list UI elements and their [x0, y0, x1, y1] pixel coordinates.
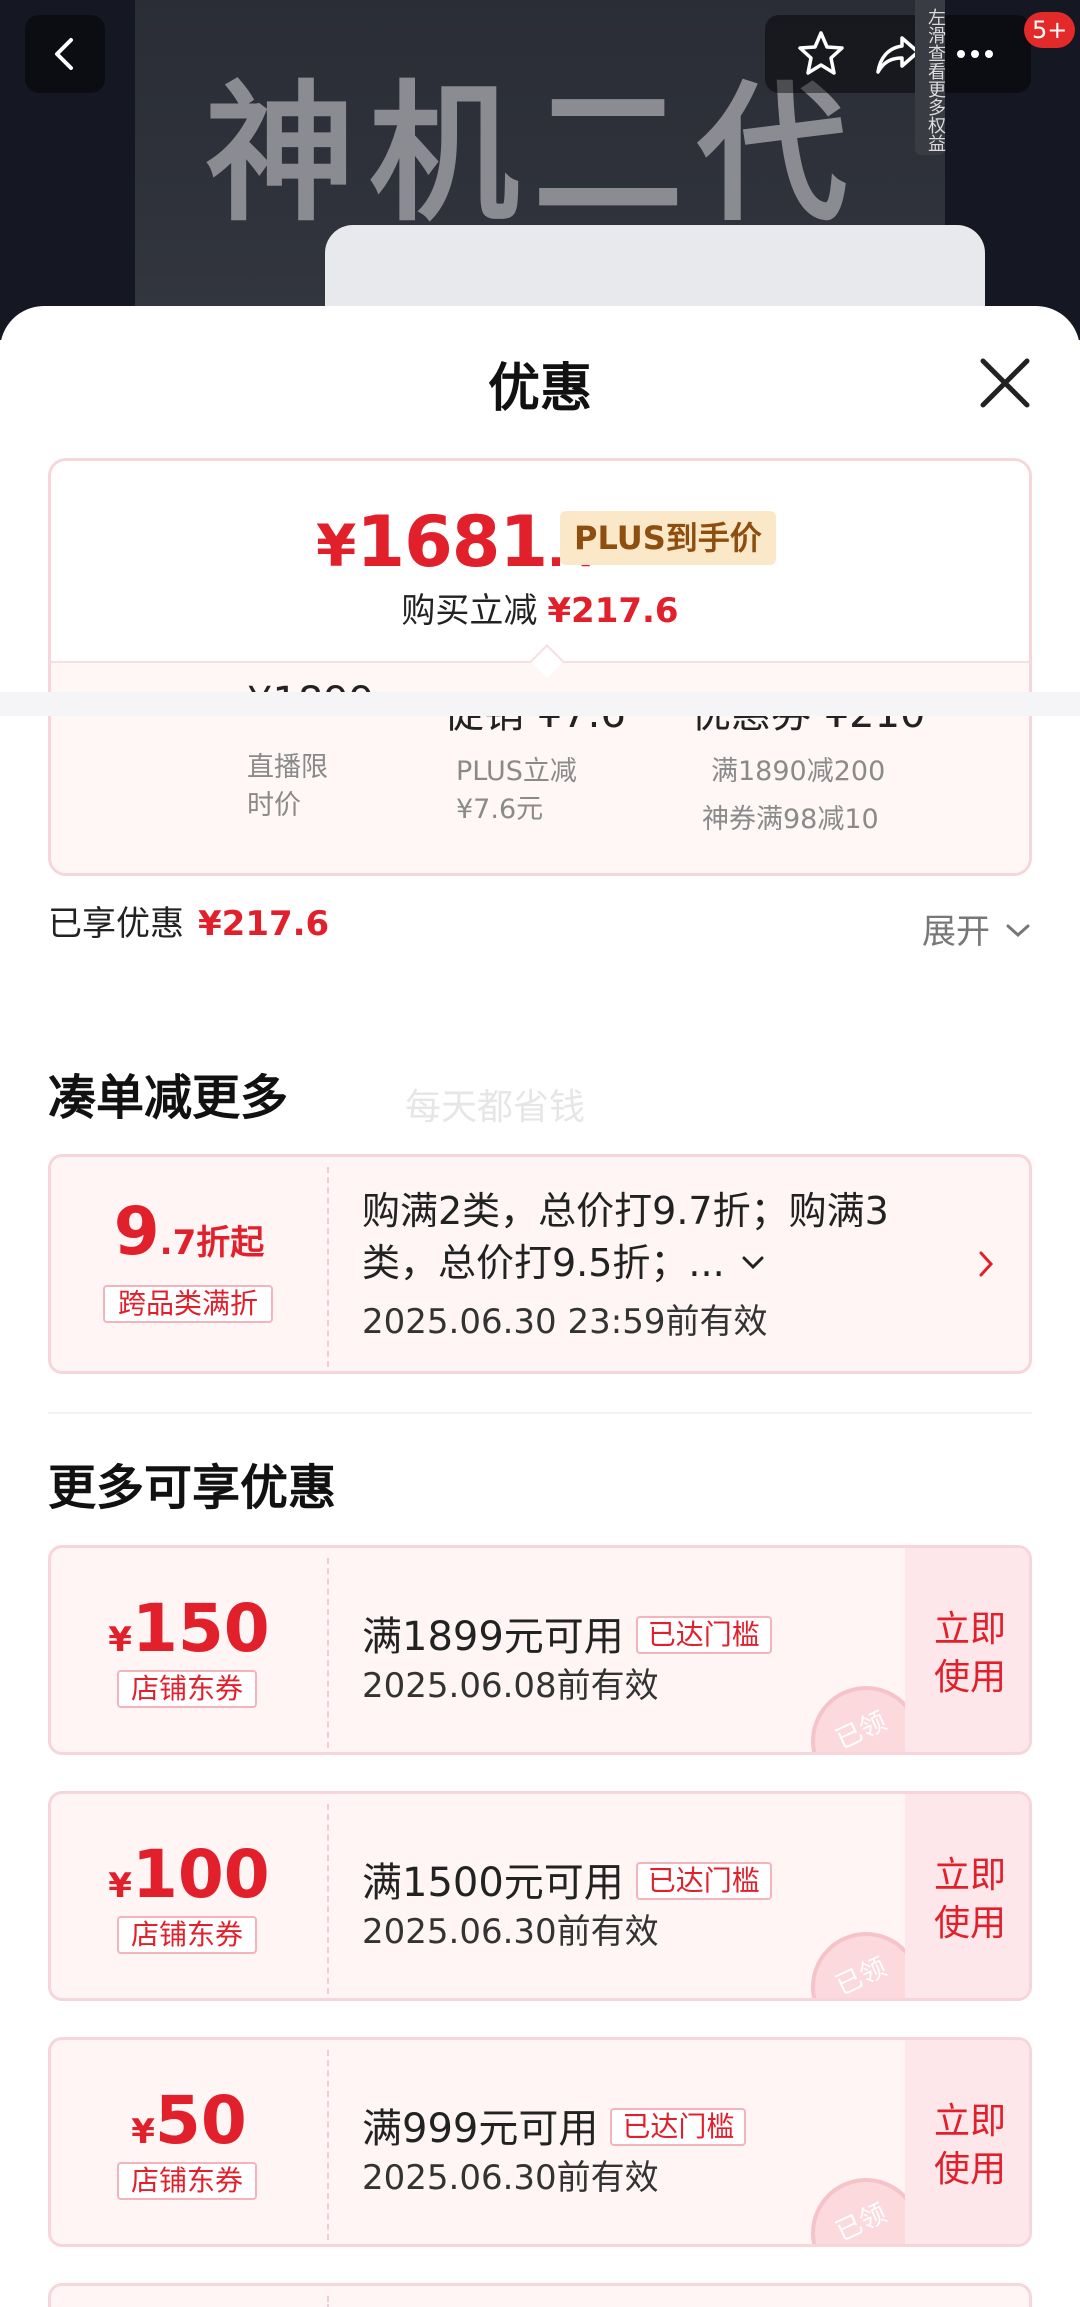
use-now-button[interactable]: 立即 使用 — [905, 1548, 1029, 1752]
more-benefits-hint[interactable]: 左滑查看更多权益 — [915, 0, 946, 155]
final-price-int: 1681 — [356, 501, 548, 583]
combo-discount-rate: 9.7折起 — [51, 1193, 327, 1270]
promo-sub2: ¥7.6元 — [456, 794, 544, 825]
coupon-condition: 满999元可用 已达门槛 — [362, 2096, 747, 2154]
combo-valid-date: 2025.06.30 23:59前有效 — [362, 1302, 768, 1342]
combo-discount-card[interactable]: 9.7折起 跨品类满折 购满2类，总价打9.7折；购满3类，总价打9.5折；..… — [48, 1154, 1032, 1374]
more-icon[interactable] — [949, 28, 1001, 80]
price-top: ¥1681.4 PLUS到手价 购买立减¥217.6 — [51, 461, 1029, 661]
back-button[interactable] — [25, 15, 105, 93]
more-section-title: 更多可享优惠 — [48, 1460, 337, 1516]
expand-button[interactable]: 展开 — [922, 904, 1031, 953]
plus-price-tag: PLUS到手价 — [560, 511, 776, 565]
coupon-value: 50 — [154, 2082, 247, 2159]
close-icon — [980, 358, 1030, 408]
coupon-yen: ¥ — [131, 2112, 155, 2152]
combo-section-title: 凑单减更多 — [48, 1070, 289, 1126]
use-now-label-1: 立即 — [933, 1609, 1006, 1650]
enjoyed-label: 已享优惠 — [48, 904, 184, 944]
back-arrow-icon — [55, 38, 73, 70]
coupon-sub2: 神券满98减10 — [702, 804, 879, 835]
coupon-condition: 满1899元可用 已达门槛 — [362, 1604, 772, 1662]
coupon-valid-date: 2025.06.30前有效 — [362, 2158, 659, 2198]
chevron-down-icon — [1006, 924, 1030, 938]
use-now-label-1: 立即 — [933, 1855, 1006, 1896]
notification-badge: 5+ — [1024, 12, 1076, 48]
expand-label: 展开 — [922, 912, 990, 952]
sheet-title: 优惠 — [487, 359, 592, 419]
coupon-divider — [327, 2296, 329, 2307]
chevron-down-icon[interactable] — [741, 1254, 765, 1272]
use-now-label-2: 使用 — [933, 1657, 1006, 1698]
threshold-reached-tag: 已达门槛 — [610, 2108, 747, 2146]
use-now-button[interactable]: 立即 使用 — [905, 1794, 1029, 1998]
combo-discount-num: 9 — [113, 1193, 160, 1270]
live-price-sub2: 时价 — [247, 790, 301, 821]
chevron-right-icon[interactable] — [976, 1249, 996, 1279]
coupon-divider — [327, 1558, 329, 1748]
coupon-value: 150 — [131, 1590, 270, 1667]
coupon-card: ¥150 店铺东券 满1899元可用 已达门槛 2025.06.08前有效 已领 … — [48, 1545, 1032, 1755]
coupon-valid-date: 2025.06.08前有效 — [362, 1666, 659, 1706]
product-hero: 神机二代 左滑查看更多权益 5+ — [0, 0, 1080, 340]
use-now-label-2: 使用 — [933, 1903, 1006, 1944]
threshold-reached-tag: 已达门槛 — [635, 1862, 772, 1900]
coupon-type-tag: 店铺东券 — [117, 1670, 257, 1708]
coupon-yen: ¥ — [108, 1620, 132, 1660]
combo-discount-suffix: .7折起 — [159, 1223, 265, 1263]
coupon-divider — [327, 2050, 329, 2240]
coupon-card: ¥100 店铺东券 满1500元可用 已达门槛 2025.06.30前有效 已领 … — [48, 1791, 1032, 2001]
enjoyed-discount: 已享优惠 ¥217.6 — [48, 896, 329, 945]
combo-description: 购满2类，总价打9.7折；购满3类，总价打9.5折；... — [362, 1185, 952, 1289]
combo-type-tag: 跨品类满折 — [103, 1285, 273, 1323]
watermark-text: 每天都省钱 — [405, 1087, 586, 1128]
coupon-valid-date: 2025.06.30前有效 — [362, 1912, 659, 1952]
combo-left: 9.7折起 跨品类满折 — [51, 1157, 327, 1371]
enjoyed-amount: ¥217.6 — [198, 904, 330, 944]
coupon-type-tag: 店铺东券 — [117, 1916, 257, 1954]
buy-discount-line: 购买立减 ¥217.6 — [51, 583, 1029, 632]
coupon-sub1: 满1890减200 — [711, 756, 886, 787]
coupon-value: 100 — [131, 1836, 270, 1913]
coupon-amount: ¥150 — [51, 1590, 327, 1667]
coupon-divider — [327, 1804, 329, 1994]
coupon-amount: ¥50 — [51, 2082, 327, 2159]
use-now-label-1: 立即 — [933, 2101, 1006, 2142]
combo-description-text: 购满2类，总价打9.7折；购满3类，总价打9.5折；... — [362, 1189, 889, 1285]
thin-divider — [48, 1412, 1032, 1414]
coupon-card: ¥50 店铺东券 满999元可用 已达门槛 2025.06.30前有效 已领 立即… — [48, 2037, 1032, 2247]
coupon-condition-text: 满1899元可用 — [362, 1614, 624, 1660]
live-price-sub1: 直播限 — [247, 752, 328, 783]
threshold-reached-tag: 已达门槛 — [635, 1616, 772, 1654]
coupon-condition: 满1500元可用 已达门槛 — [362, 1850, 772, 1908]
promo-sub1: PLUS立减 — [456, 756, 577, 787]
use-now-label-2: 使用 — [933, 2149, 1006, 2190]
coupon-condition-text: 满999元可用 — [362, 2106, 599, 2152]
coupon-amount: ¥100 — [51, 1836, 327, 1913]
coupon-type-tag: 店铺东券 — [117, 2162, 257, 2200]
final-price-yen: ¥ — [316, 512, 357, 580]
final-price: ¥1681.4 — [316, 501, 597, 583]
section-divider — [0, 692, 1080, 716]
top-actions — [765, 15, 1031, 93]
buy-discount-label: 购买立减 — [401, 591, 538, 631]
coupon-yen: ¥ — [108, 1866, 132, 1906]
coupon-card-partial — [48, 2283, 1032, 2307]
product-slogan: 神机二代 — [205, 68, 862, 242]
combo-divider — [327, 1167, 329, 1367]
buy-discount-amount: ¥217.6 — [547, 591, 679, 631]
use-now-button[interactable]: 立即 使用 — [905, 2040, 1029, 2244]
coupon-condition-text: 满1500元可用 — [362, 1860, 624, 1906]
star-icon[interactable] — [795, 28, 847, 80]
close-button[interactable] — [975, 353, 1035, 413]
price-summary-card: ¥1681.4 PLUS到手价 购买立减¥217.6 = ¥1899 直播限 时… — [48, 458, 1032, 876]
